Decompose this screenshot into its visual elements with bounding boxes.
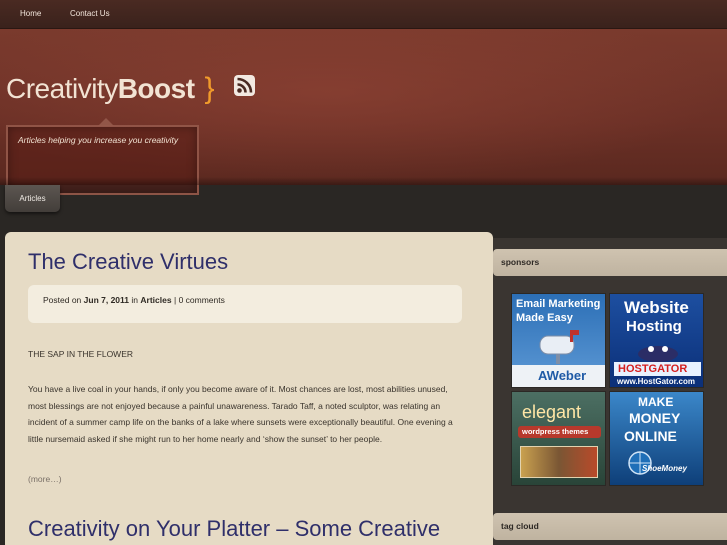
gator-mascot-icon — [638, 346, 678, 362]
ad-elegant-line2: wordpress themes — [522, 427, 589, 436]
logo-brace: } — [204, 72, 215, 105]
mailbox-icon — [539, 330, 579, 364]
read-more-link[interactable]: (more…) — [28, 474, 62, 484]
post-excerpt: You have a live coal in your hands, if o… — [28, 384, 453, 445]
sponsor-ad-elegant-themes[interactable]: elegant wordpress themes — [511, 391, 606, 486]
main-content: The Creative Virtues Posted on Jun 7, 20… — [5, 232, 493, 545]
ad-shoemoney-brand: ShoeMoney — [642, 464, 687, 473]
ad-elegant-line1: elegant — [522, 402, 582, 422]
meta-in: in — [131, 295, 139, 305]
post-category-link[interactable]: Articles — [140, 295, 171, 305]
site-logo[interactable]: CreativityBoost} — [6, 72, 215, 106]
ad-shoemoney-line2: MONEY — [629, 410, 681, 426]
post-date[interactable]: Jun 7, 2011 — [84, 295, 129, 305]
ad-hostgator-brand: HOSTGATOR — [618, 363, 688, 375]
meta-separator: | — [173, 295, 177, 305]
logo-text-bold: Boost — [117, 73, 195, 104]
nav-contact-link[interactable]: Contact Us — [70, 9, 110, 18]
tag-cloud-heading: tag cloud — [493, 513, 727, 540]
ad-hostgator-url: www.HostGator.com — [617, 377, 695, 386]
sponsors-heading: sponsors — [493, 249, 727, 276]
tab-articles[interactable]: Articles — [5, 185, 60, 212]
top-navigation: Home Contact Us — [0, 0, 727, 29]
sponsor-ad-hostgator[interactable]: Website Hosting HOSTGATOR www.HostGator.… — [609, 293, 704, 388]
ad-hostgator-line2: Hosting — [626, 318, 682, 335]
logo-text-light: Creativity — [6, 73, 118, 104]
ad-hostgator-line1: Website — [624, 298, 689, 317]
sidebar: sponsors Email Marketing Made Easy AWebe… — [493, 238, 727, 545]
nav-home-link[interactable]: Home — [20, 9, 41, 18]
ad-aweber-line2: Made Easy — [516, 312, 573, 324]
post-section-heading: THE SAP IN THE FLOWER — [28, 349, 134, 359]
site-header: CreativityBoost} Articles helping you in… — [0, 29, 727, 195]
sponsor-ad-aweber[interactable]: Email Marketing Made Easy AWeber — [511, 293, 606, 388]
meta-prefix: Posted on — [43, 295, 82, 305]
site-tagline: Articles helping you increase you creati… — [18, 135, 179, 145]
post-meta-box: Posted on Jun 7, 2011 in Articles | 0 co… — [28, 285, 462, 323]
rss-icon[interactable] — [234, 75, 255, 96]
post-title[interactable]: The Creative Virtues — [28, 249, 228, 275]
post-meta: Posted on Jun 7, 2011 in Articles | 0 co… — [43, 295, 225, 305]
ad-shoemoney-line1: MAKE — [638, 395, 674, 409]
post-comments-link[interactable]: 0 comments — [179, 295, 225, 305]
ad-aweber-brand: AWeber — [538, 368, 587, 383]
sponsor-ad-shoemoney[interactable]: MAKE MONEY ONLINE ShoeMoney — [609, 391, 704, 486]
post-title-2[interactable]: Creativity on Your Platter – Some Creati… — [28, 516, 440, 542]
ad-shoemoney-line3: ONLINE — [624, 428, 677, 444]
ad-aweber-line1: Email Marketing — [516, 298, 601, 310]
